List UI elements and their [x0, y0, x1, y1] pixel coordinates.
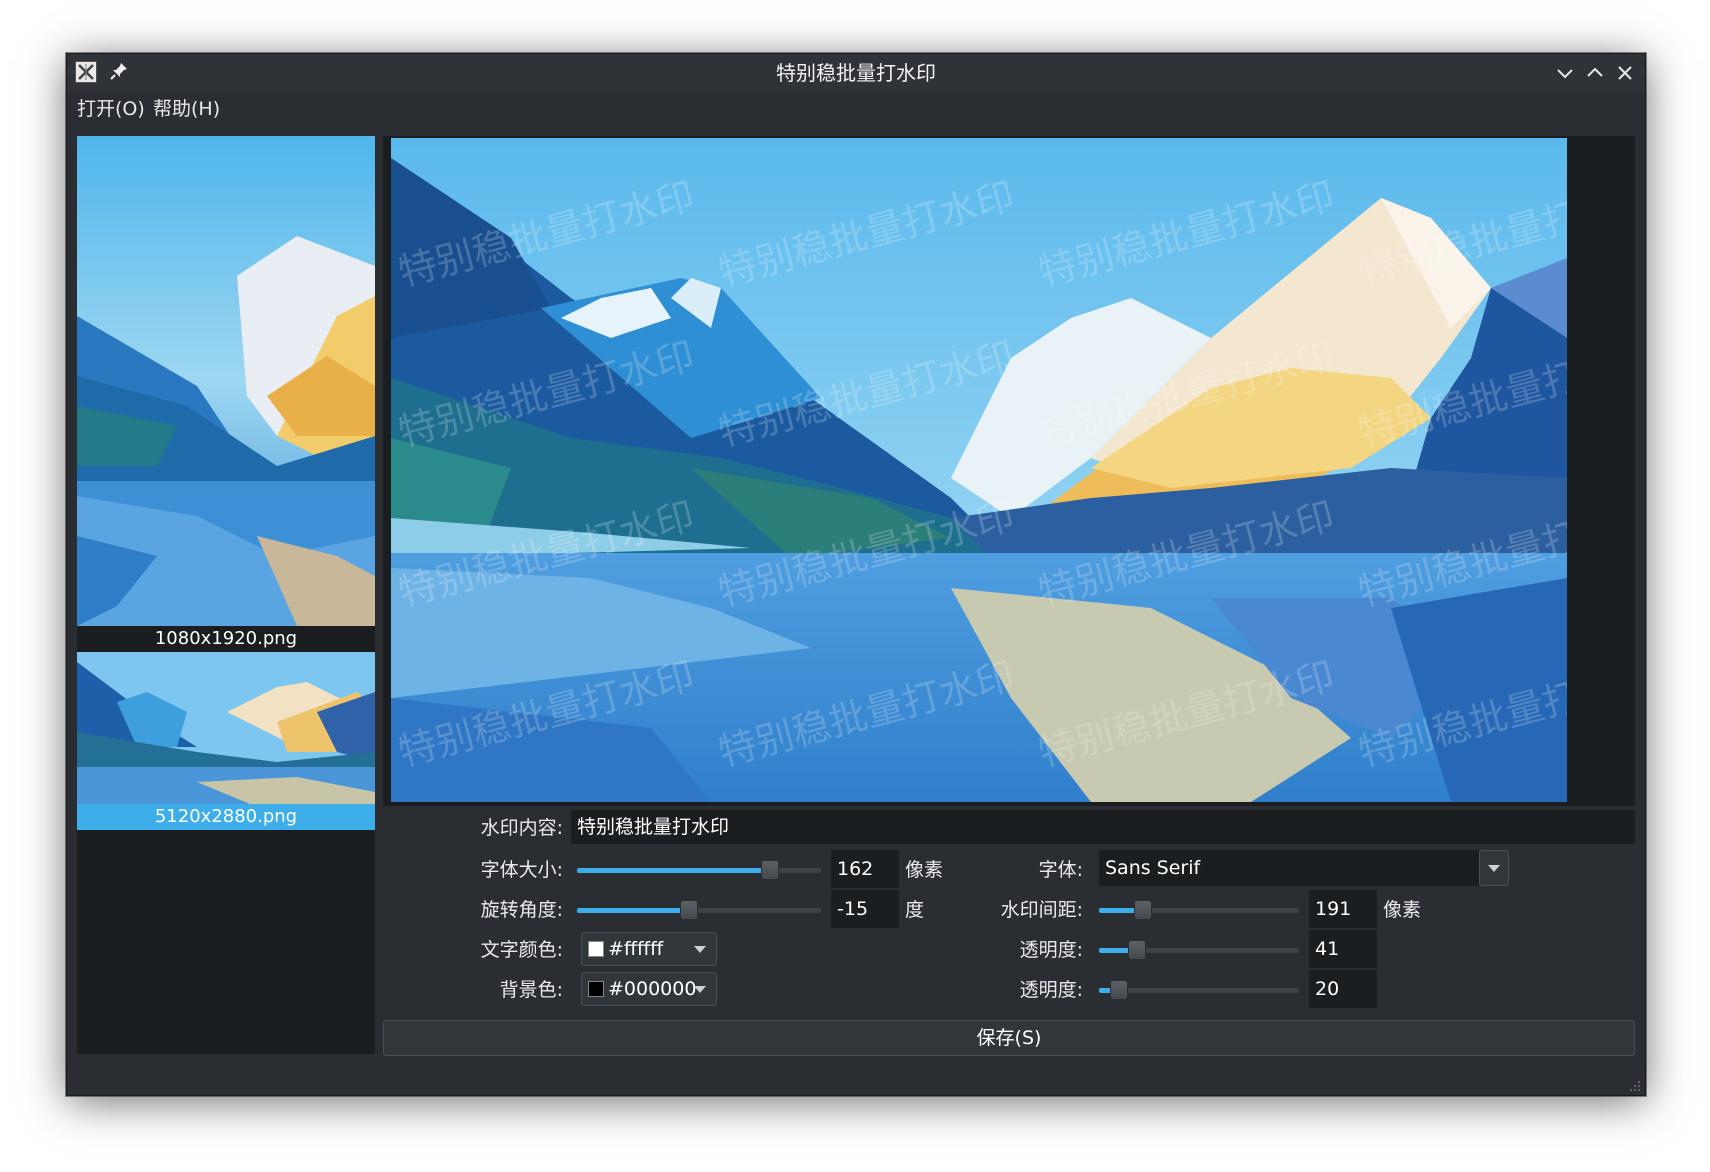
font-size-spinbox[interactable]: 162: [831, 850, 899, 888]
spacing-unit: 像素: [1383, 899, 1422, 921]
content-label: 水印内容:: [480, 817, 563, 839]
font-size-label: 字体大小:: [480, 859, 563, 881]
file-list[interactable]: 1080x1920.png 5120x2880.png: [77, 136, 375, 1054]
spacing-label: 水印间距:: [1000, 899, 1083, 921]
spacing-slider[interactable]: [1099, 900, 1299, 920]
bg-color-value: #000000: [608, 978, 697, 1000]
color-swatch: [588, 981, 604, 997]
slider-handle[interactable]: [1128, 940, 1146, 960]
spacing-spinbox[interactable]: 191: [1309, 890, 1377, 928]
font-size-unit: 像素: [905, 859, 944, 881]
font-dropdown-button[interactable]: [1479, 850, 1509, 886]
title-bar[interactable]: 特别稳批量打水印: [67, 54, 1645, 92]
preview-canvas: 特别稳批量打水印 特别稳批量打水印 特别稳批量打水印 特别稳批量打水印 特别稳批…: [391, 136, 1635, 806]
menu-open[interactable]: 打开(O): [77, 96, 145, 122]
text-color-picker[interactable]: #ffffff: [581, 932, 717, 966]
window-title: 特别稳批量打水印: [776, 61, 936, 85]
menu-bar: 打开(O) 帮助(H): [67, 92, 1645, 126]
image-preview: 特别稳批量打水印 特别稳批量打水印 特别稳批量打水印 特别稳批量打水印 特别稳批…: [383, 136, 1635, 806]
rotation-unit: 度: [905, 899, 925, 921]
thumbnail-landscape-selected[interactable]: [77, 652, 375, 820]
resize-grip[interactable]: [1627, 1077, 1641, 1091]
file-name[interactable]: 1080x1920.png: [77, 626, 375, 652]
thumbnail-portrait[interactable]: [77, 136, 375, 626]
chevron-down-icon: [694, 986, 706, 993]
slider-handle[interactable]: [1110, 980, 1128, 1000]
opacity-label: 透明度:: [1019, 979, 1083, 1001]
minimize-button[interactable]: [1553, 61, 1577, 85]
maximize-button[interactable]: [1583, 61, 1607, 85]
bg-opacity-spinbox[interactable]: 20: [1309, 970, 1377, 1008]
text-color-label: 文字颜色:: [480, 939, 563, 961]
rotation-label: 旋转角度:: [480, 899, 563, 921]
opacity-label: 透明度:: [1019, 939, 1083, 961]
font-label: 字体:: [1038, 859, 1083, 881]
font-size-slider[interactable]: [577, 860, 821, 880]
text-opacity-spinbox[interactable]: 41: [1309, 930, 1377, 968]
text-opacity-slider[interactable]: [1099, 940, 1299, 960]
bg-opacity-slider[interactable]: [1099, 980, 1299, 1000]
text-color-value: #ffffff: [608, 938, 664, 960]
close-button[interactable]: [1613, 61, 1637, 85]
slider-handle[interactable]: [1134, 900, 1152, 920]
slider-handle[interactable]: [680, 900, 699, 920]
slider-handle[interactable]: [760, 860, 779, 880]
settings-panel: 水印内容: 特别稳批量打水印 字体大小: 162 像素 字体: Sans Ser…: [383, 806, 1635, 1058]
chevron-down-icon: [1488, 865, 1500, 872]
save-button[interactable]: 保存(S): [383, 1020, 1635, 1056]
chevron-down-icon: [694, 946, 706, 953]
rotation-spinbox[interactable]: -15: [831, 890, 899, 928]
rotation-slider[interactable]: [577, 900, 821, 920]
menu-help[interactable]: 帮助(H): [153, 96, 220, 122]
bg-color-picker[interactable]: #000000: [581, 972, 717, 1006]
watermark-text-input[interactable]: 特别稳批量打水印: [571, 810, 1635, 844]
color-swatch: [588, 941, 604, 957]
app-window: 特别稳批量打水印 打开(O) 帮助(H) 1080x1920.png 5120x…: [66, 53, 1646, 1096]
bg-color-label: 背景色:: [499, 979, 563, 1001]
file-name-selected[interactable]: 5120x2880.png: [77, 804, 375, 830]
font-combobox[interactable]: Sans Serif: [1099, 850, 1479, 886]
